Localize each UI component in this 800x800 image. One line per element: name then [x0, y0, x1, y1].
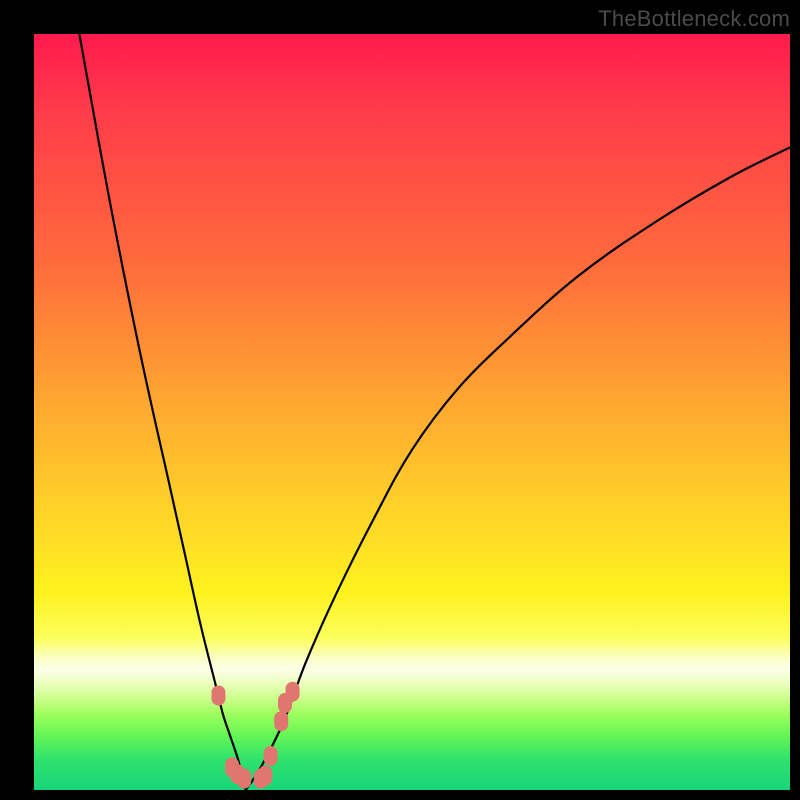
watermark-text: TheBottleneck.com [598, 6, 790, 32]
data-marker [264, 746, 278, 766]
data-markers [211, 682, 299, 789]
plot-area [34, 34, 790, 790]
data-marker [258, 766, 272, 786]
data-marker [286, 682, 300, 702]
chart-svg [34, 34, 790, 790]
bottleneck-curve-left [79, 34, 245, 790]
bottleneck-curve-right [246, 147, 790, 790]
data-marker [211, 686, 225, 706]
chart-frame: TheBottleneck.com [0, 0, 800, 800]
data-marker [274, 711, 288, 731]
data-marker [237, 769, 251, 789]
